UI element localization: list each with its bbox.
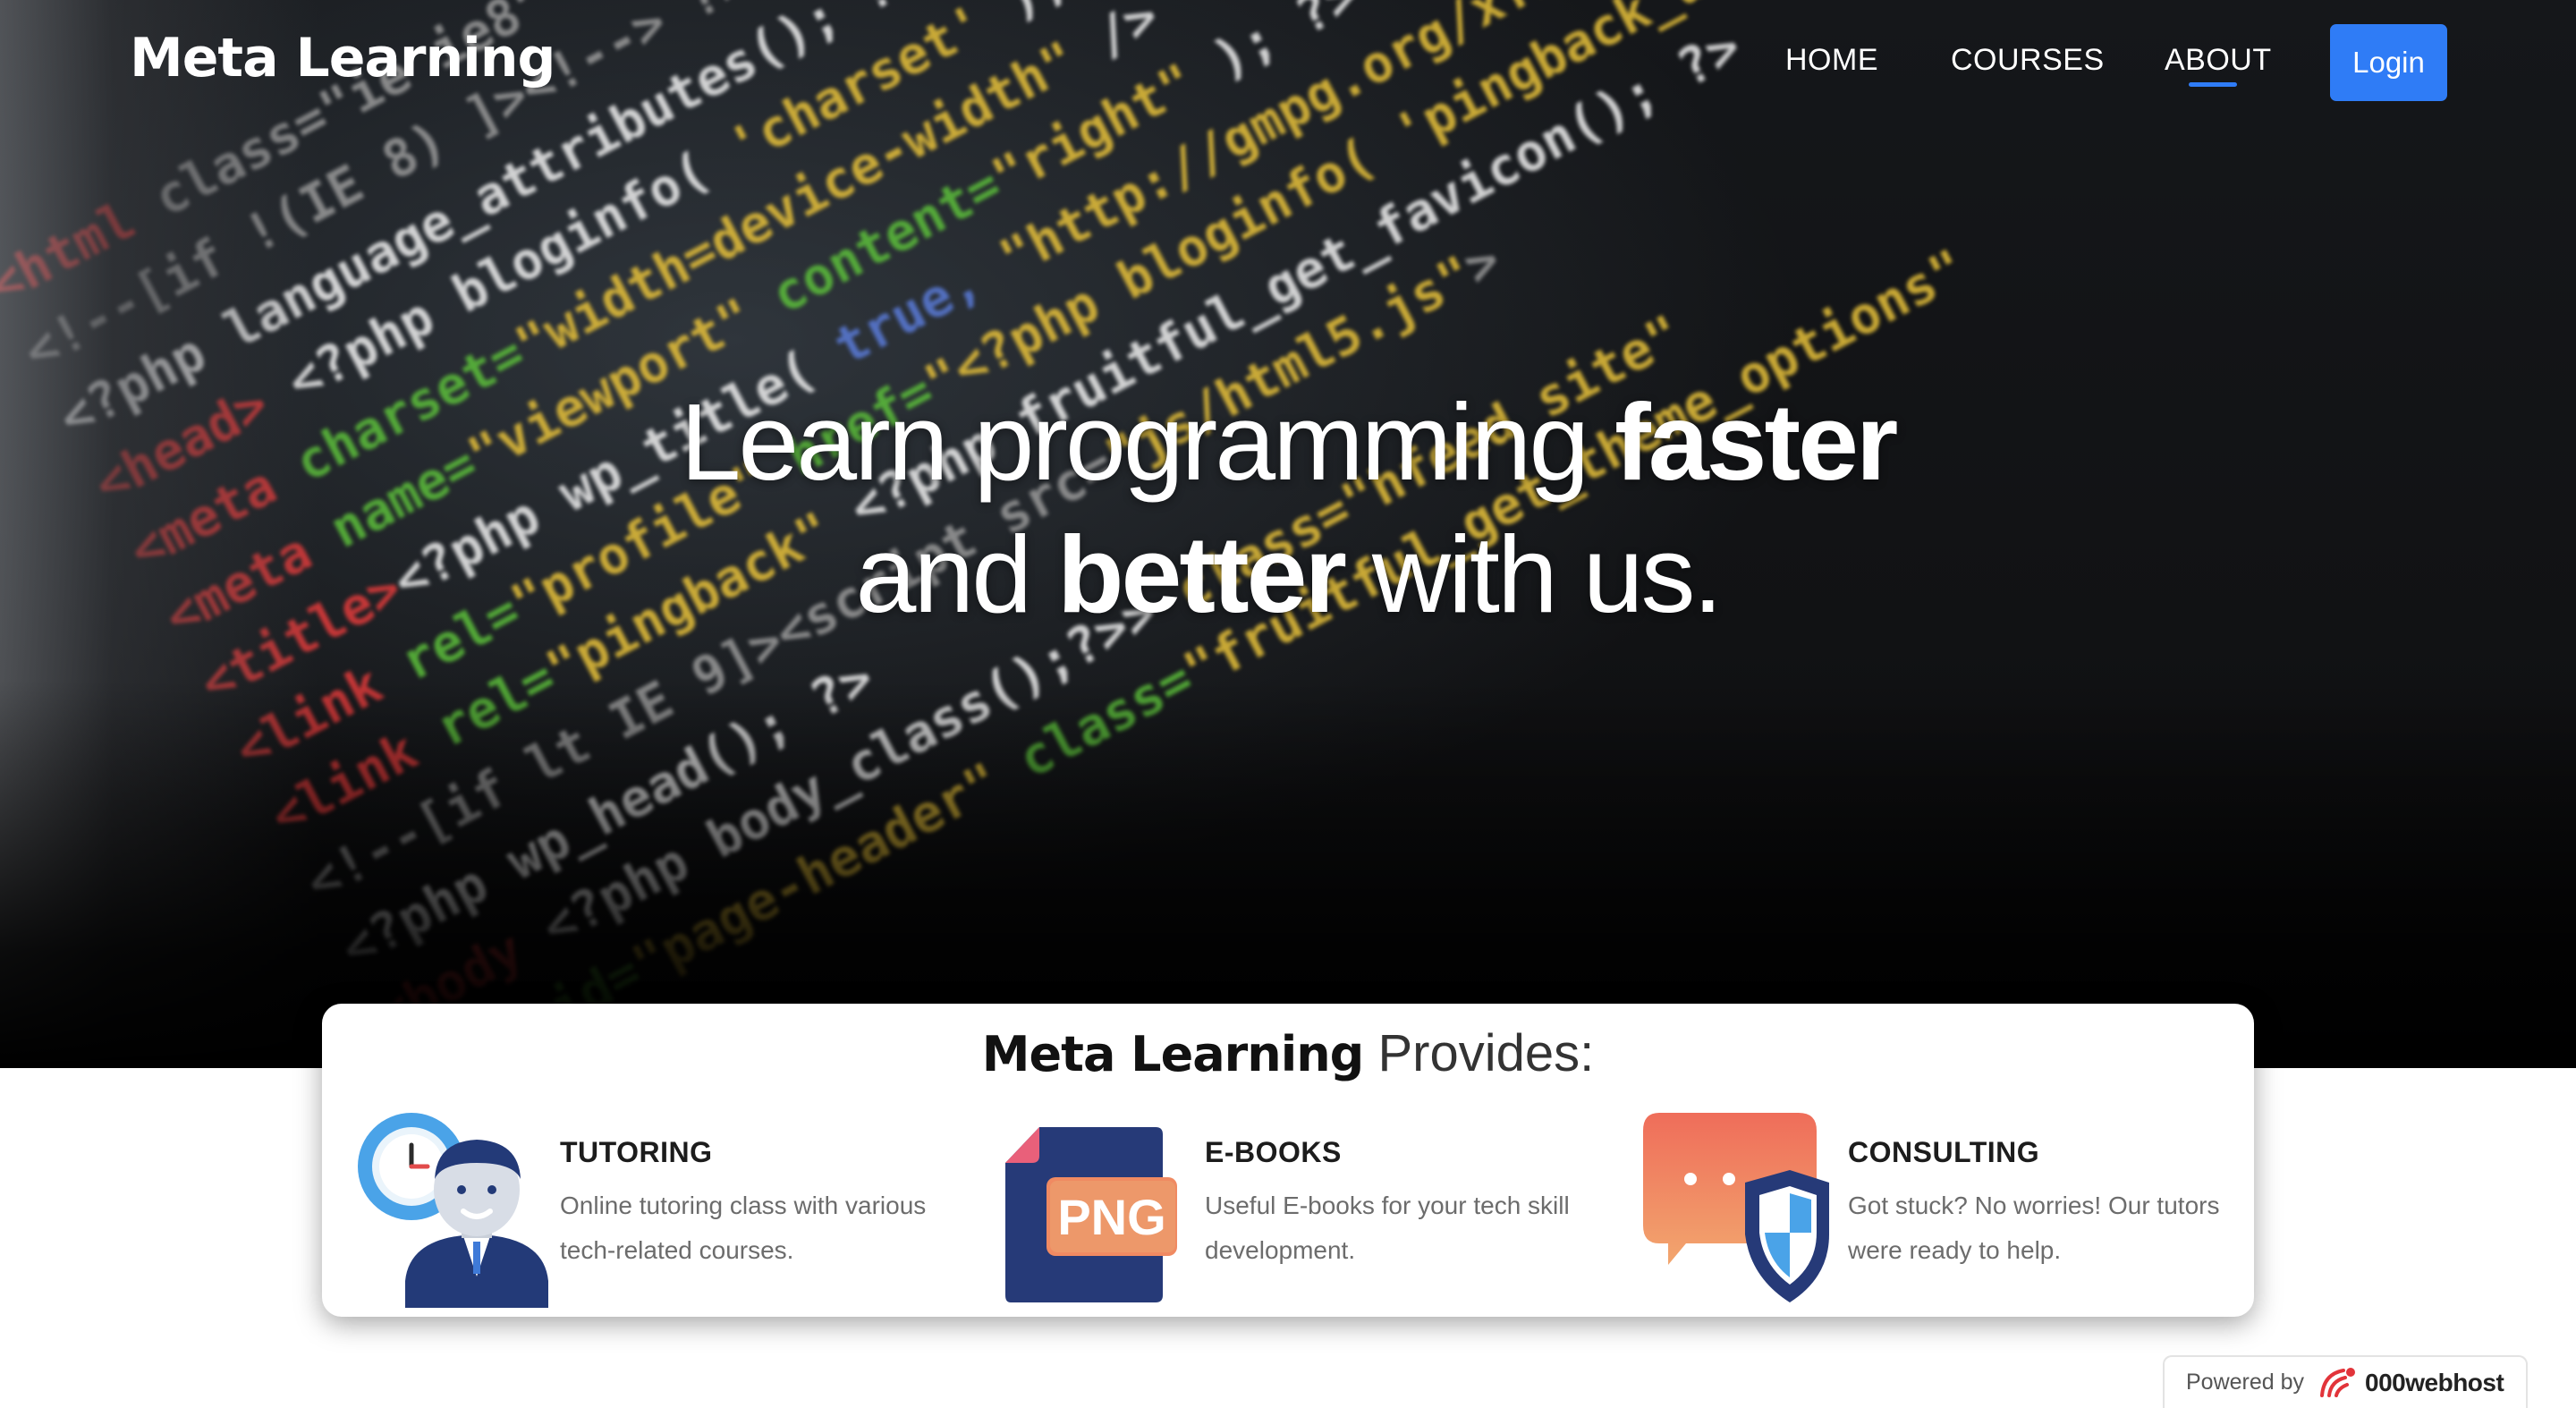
feature-title: CONSULTING <box>1848 1136 2040 1168</box>
feature-title: TUTORING <box>560 1136 713 1168</box>
tutor-clock-icon <box>358 1113 548 1308</box>
headline-part-1: Learn programming <box>680 381 1615 503</box>
png-ebook-icon: PNG <box>1005 1127 1177 1302</box>
feature-description: Online tutoring class with various tech-… <box>560 1192 927 1264</box>
powered-by-badge[interactable]: Powered by 000webhost <box>2163 1355 2528 1408</box>
feature-description: Got stuck? No worries! Our tutors were r… <box>1848 1192 2220 1264</box>
headline-emphasis-better: better <box>1056 513 1347 635</box>
powered-by-brand: 000webhost <box>2365 1368 2504 1396</box>
headline-emphasis-faster: faster <box>1614 381 1898 503</box>
provides-title-brand: Meta Learning <box>981 1026 1365 1082</box>
provides-title: Meta Learning Provides: <box>322 1023 2254 1083</box>
nav-link-about[interactable]: ABOUT <box>2165 43 2272 78</box>
feature-description: Useful E-books for your tech skill devel… <box>1205 1192 1570 1264</box>
provides-title-suffix: Provides: <box>1363 1024 1595 1082</box>
feature-title: E-BOOKS <box>1205 1136 1342 1168</box>
brand-logo-link[interactable]: Meta Learning <box>130 27 555 89</box>
chat-shield-icon <box>1643 1113 1829 1302</box>
hero-section: <html class="ie ie8" <!--> <!--[if !(IE … <box>0 0 2576 1068</box>
nav-link-home[interactable]: HOME <box>1785 43 1878 78</box>
nav-link-courses[interactable]: COURSES <box>1951 43 2105 78</box>
login-button[interactable]: Login <box>2330 24 2447 101</box>
top-navbar: Meta Learning HOME COURSES ABOUT Login <box>0 0 2576 125</box>
powered-by-label: Powered by <box>2186 1370 2305 1395</box>
active-nav-indicator <box>2189 82 2237 87</box>
png-label: PNG <box>1057 1189 1165 1245</box>
headline-part-3: with us. <box>1343 513 1724 635</box>
headline-part-2: and <box>855 513 1057 635</box>
hero-headline: Learn programming faster and better with… <box>0 376 2576 640</box>
webhost-logo-icon <box>2320 1367 2356 1397</box>
